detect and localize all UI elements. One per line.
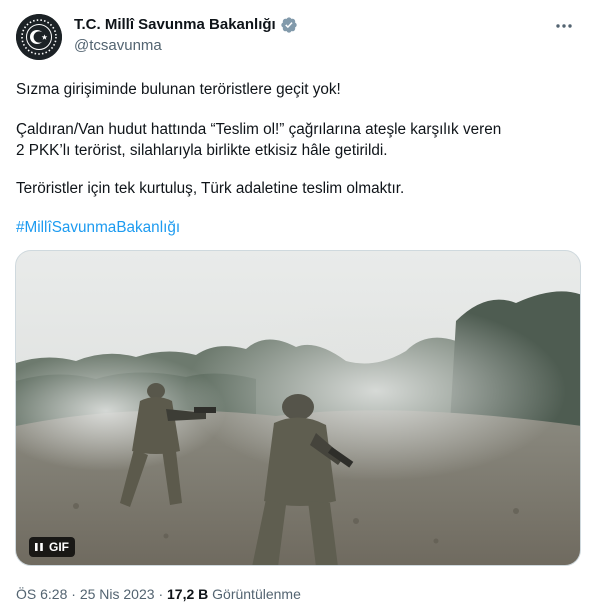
tweet-time[interactable]: ÖS 6:28 bbox=[16, 586, 67, 602]
author-name-row[interactable]: T.C. Millî Savunma Bakanlığı bbox=[74, 15, 298, 35]
soldiers-gif-frame bbox=[16, 251, 580, 565]
gif-media[interactable]: GIF bbox=[15, 250, 581, 566]
meta-separator: · bbox=[71, 586, 76, 602]
author-display-name[interactable]: T.C. Millî Savunma Bakanlığı bbox=[74, 15, 276, 35]
tweet-paragraph-1: Sızma girişiminde bulunan teröristlere g… bbox=[16, 81, 341, 98]
verified-badge-icon[interactable] bbox=[280, 16, 298, 34]
pause-icon[interactable] bbox=[34, 542, 44, 552]
tweet-paragraph-3: Teröristler için tek kurtuluş, Türk adal… bbox=[16, 180, 405, 197]
tweet-paragraph-2: Çaldıran/Van hudut hattında “Teslim ol!”… bbox=[16, 119, 576, 161]
author-handle[interactable]: @tcsavunma bbox=[74, 36, 162, 56]
gif-label: GIF bbox=[49, 540, 69, 554]
more-horizontal-icon[interactable] bbox=[553, 16, 575, 36]
tweet-paragraph-2-line-1: Çaldıran/Van hudut hattında “Teslim ol!”… bbox=[16, 121, 502, 138]
hashtag-link[interactable]: #MillîSavunmaBakanlığı bbox=[16, 217, 180, 238]
views-count[interactable]: 17,2 B bbox=[167, 586, 208, 602]
meta-separator-2: · bbox=[158, 586, 164, 602]
views-label[interactable]: Görüntülenme bbox=[212, 586, 301, 602]
tweet-date[interactable]: 25 Nis 2023 bbox=[80, 586, 155, 602]
tweet-card: T.C. Millî Savunma Bakanlığı @tcsavunma … bbox=[0, 0, 591, 613]
ministry-emblem-icon bbox=[16, 14, 62, 60]
tweet-meta: ÖS 6:28 · 25 Nis 2023 · 17,2 B Görüntüle… bbox=[16, 584, 301, 604]
tweet-paragraph-2-line-2: 2 PKK’lı terörist, silahlarıyla birlikte… bbox=[16, 142, 388, 159]
avatar[interactable] bbox=[16, 14, 62, 60]
gif-pause-control[interactable]: GIF bbox=[29, 537, 75, 557]
